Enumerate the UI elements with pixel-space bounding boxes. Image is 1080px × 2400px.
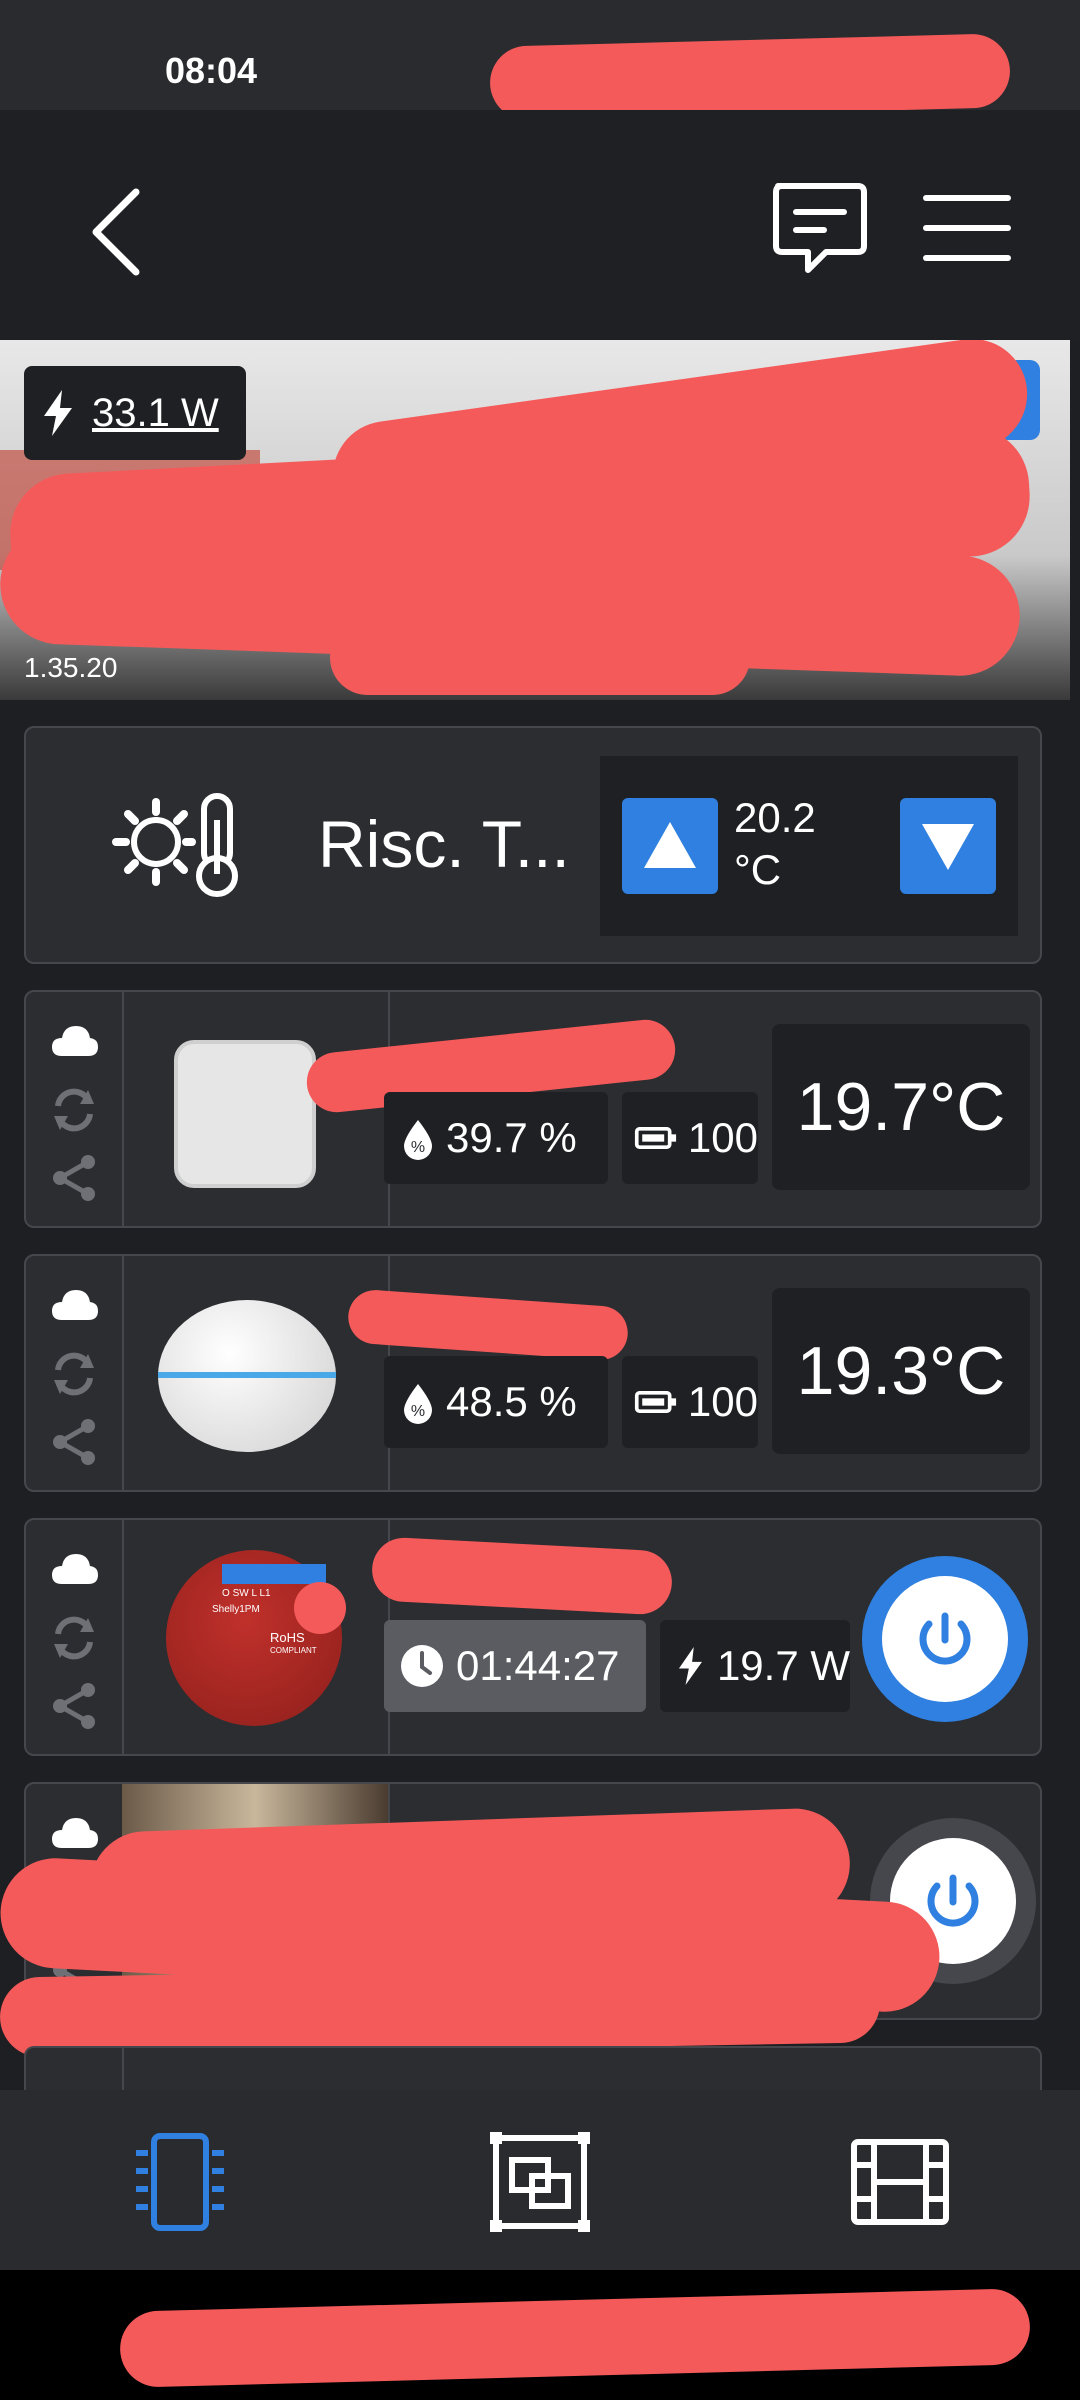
timer-chip: 01:44:27 <box>384 1620 646 1712</box>
chevron-left-icon <box>92 188 140 276</box>
setpoint-number: 20.2 <box>734 794 816 841</box>
sync-icon[interactable] <box>48 1084 100 1136</box>
relay-terminals <box>222 1564 326 1584</box>
cloud-icon <box>52 1554 98 1584</box>
tab-devices[interactable] <box>128 2130 232 2234</box>
cloud-icon <box>52 1818 98 1848</box>
lightning-icon <box>678 1647 702 1685</box>
relay-picture: O SW L L1 Shelly1PM RoHS COMPLIANT <box>166 1550 342 1726</box>
rooms-icon <box>490 2132 590 2232</box>
humidity-drop-icon: % <box>404 1384 432 1424</box>
device-card[interactable]: O SW L L1 Shelly1PM RoHS COMPLIANT 01:44… <box>24 1518 1042 1756</box>
device-status-column <box>26 1256 124 1490</box>
humidity-chip: % 48.5 % <box>384 1356 608 1448</box>
battery-chip: 100 <box>622 1092 758 1184</box>
sensor-picture <box>158 1300 336 1452</box>
tab-rooms[interactable] <box>488 2130 592 2234</box>
device-card[interactable]: % 39.7 % 100 19.7°C <box>24 990 1042 1228</box>
device-image <box>122 1256 390 1490</box>
relay-compliant: COMPLIANT <box>270 1646 317 1655</box>
messages-button[interactable] <box>768 178 868 278</box>
version-label: 1.35.20 <box>24 652 118 683</box>
humidity-drop-icon: % <box>404 1120 432 1160</box>
redaction <box>119 2288 1031 2388</box>
decrease-setpoint-button[interactable] <box>900 798 996 894</box>
cloud-icon <box>52 1290 98 1320</box>
scenes-icon <box>851 2139 949 2225</box>
redaction <box>489 33 1011 121</box>
humidity-value: 48.5 % <box>446 1378 577 1425</box>
device-status-column <box>26 992 124 1226</box>
devices-icon <box>136 2133 224 2231</box>
share-icon[interactable] <box>48 1680 100 1732</box>
tab-scenes[interactable] <box>850 2134 950 2230</box>
humidity-value: 39.7 % <box>446 1114 577 1161</box>
share-icon[interactable] <box>48 1152 100 1204</box>
chat-icon <box>773 183 867 273</box>
bottom-navigation <box>0 2090 1080 2270</box>
lightning-icon <box>44 390 72 436</box>
svg-text:%: % <box>411 1139 425 1156</box>
thermostat-gear-icon <box>112 793 238 897</box>
setpoint-value: 20.2 °C <box>734 792 816 896</box>
power-value: 19.7 W <box>716 1642 850 1689</box>
thermostat-card[interactable]: Risc. T... 20.2 °C <box>24 726 1042 964</box>
power-chip: 19.7 W <box>660 1620 850 1712</box>
power-icon <box>919 1612 971 1665</box>
battery-value: 100 <box>687 1378 758 1425</box>
redaction <box>370 1536 674 1616</box>
power-badge[interactable]: 33.1 W <box>24 366 246 460</box>
battery-icon <box>634 1391 677 1413</box>
room-banner[interactable]: 33.1 W 1.35.20 <box>0 340 1070 700</box>
timer-value: 01:44:27 <box>456 1642 620 1689</box>
temperature-display: 19.3°C <box>772 1288 1030 1454</box>
system-navigation-bar <box>0 2270 1080 2400</box>
relay-label: O SW L L1 <box>222 1588 271 1599</box>
sensor-picture <box>174 1040 316 1188</box>
battery-icon <box>634 1127 677 1149</box>
status-bar: 08:04 <box>0 0 1080 121</box>
relay-rohs: RoHS <box>270 1630 305 1645</box>
share-icon[interactable] <box>48 1416 100 1468</box>
menu-button[interactable] <box>922 188 1012 268</box>
relay-model: Shelly1PM <box>212 1604 260 1615</box>
sync-icon[interactable] <box>48 1348 100 1400</box>
triangle-down-icon <box>922 824 974 870</box>
hamburger-menu-icon <box>923 195 1011 261</box>
humidity-chip: % 39.7 % <box>384 1092 608 1184</box>
redaction <box>294 1582 346 1634</box>
redaction <box>330 620 750 695</box>
clock-icon <box>401 1645 443 1687</box>
triangle-up-icon <box>644 822 696 868</box>
cloud-icon <box>52 1026 98 1056</box>
power-value: 33.1 W <box>92 390 219 435</box>
thermostat-name: Risc. T... <box>318 807 570 881</box>
sync-icon[interactable] <box>48 1612 100 1664</box>
battery-value: 100 <box>687 1114 758 1161</box>
device-image: O SW L L1 Shelly1PM RoHS COMPLIANT <box>122 1520 390 1754</box>
svg-text:%: % <box>411 1403 425 1420</box>
top-app-bar <box>0 110 1080 340</box>
power-toggle-button[interactable] <box>862 1556 1028 1722</box>
status-time: 08:04 <box>165 50 258 91</box>
redaction <box>0 1962 881 2058</box>
battery-chip: 100 <box>622 1356 758 1448</box>
setpoint-unit: °C <box>734 846 782 893</box>
back-button[interactable] <box>80 182 160 282</box>
setpoint-control: 20.2 °C <box>600 756 1018 936</box>
device-card[interactable]: % 48.5 % 100 19.3°C <box>24 1254 1042 1492</box>
device-status-column <box>26 1520 124 1754</box>
increase-setpoint-button[interactable] <box>622 798 718 894</box>
sensor-led-ring <box>158 1372 336 1378</box>
temperature-display: 19.7°C <box>772 1024 1030 1190</box>
